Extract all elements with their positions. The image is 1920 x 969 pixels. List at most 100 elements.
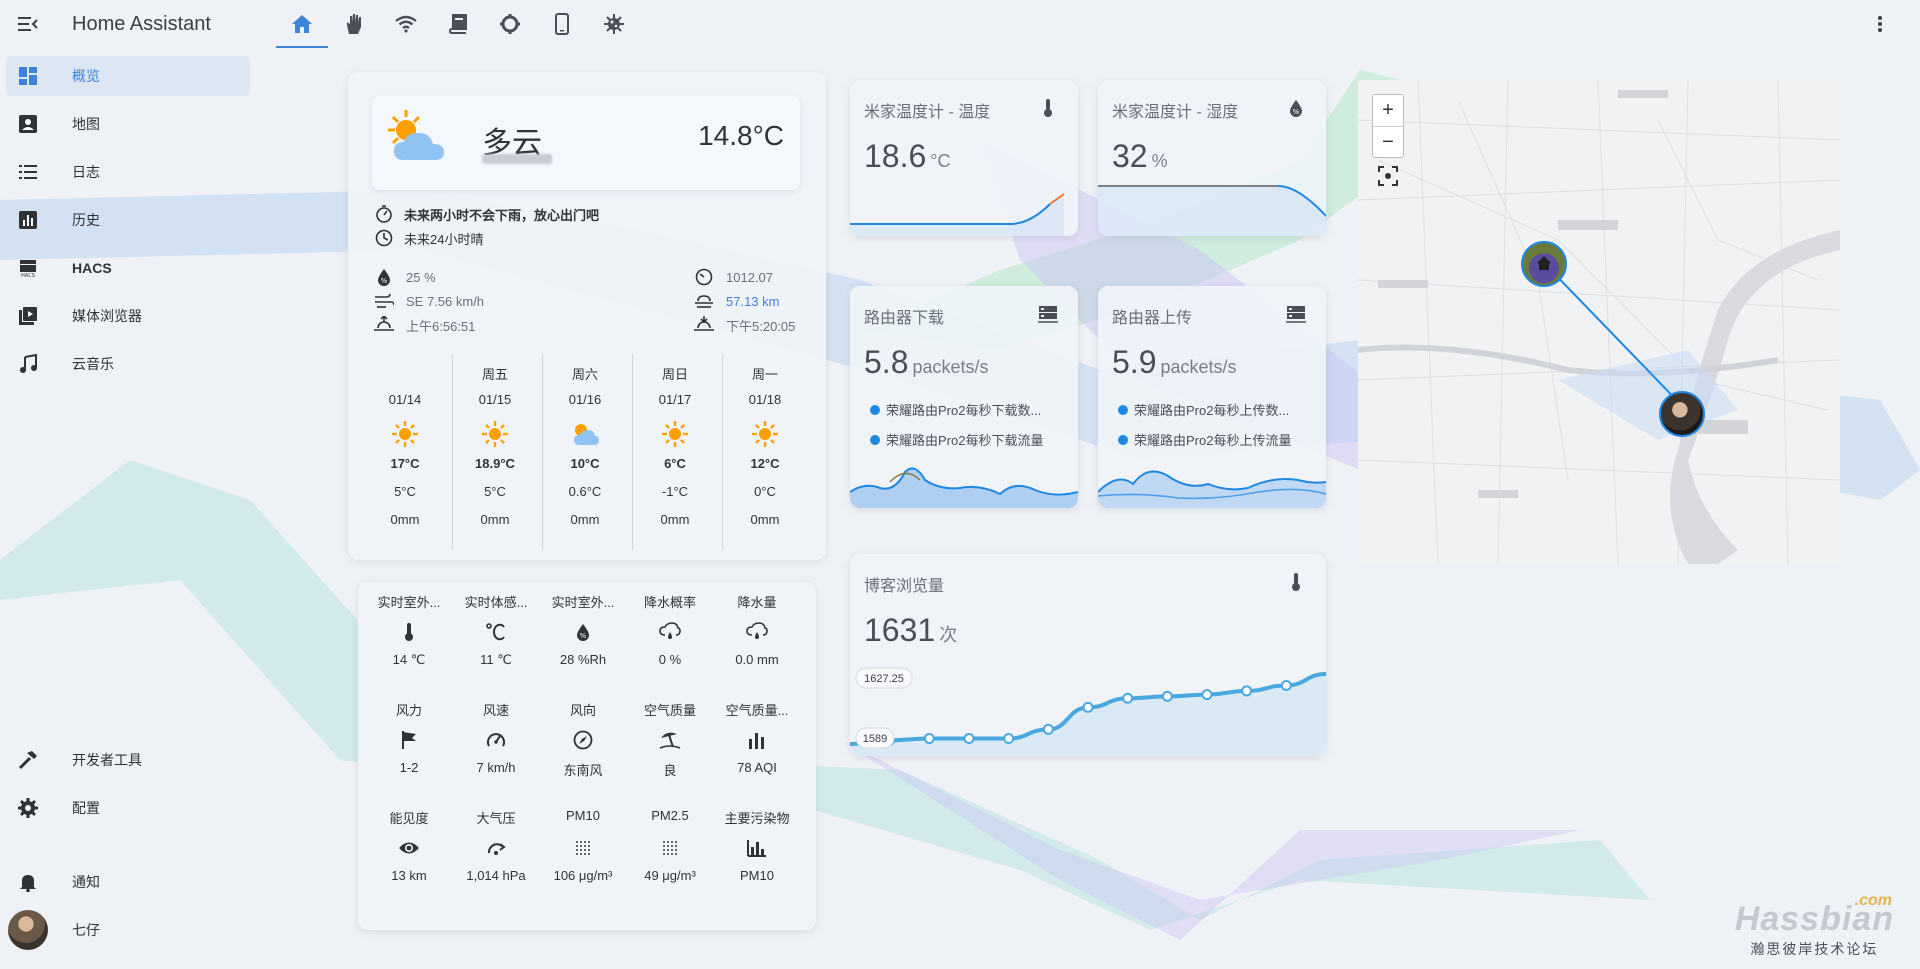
attribute-cell[interactable]: PM2.5 49 μg/m³ [627,808,713,888]
attribute-cell[interactable]: 空气质量... 78 AQI [714,700,800,780]
sidebar-item-developer-tools[interactable]: 开发者工具 [6,740,250,780]
watermark-subtitle: 瀚思彼岸技术论坛 [1750,941,1879,957]
tab-virus[interactable] [588,0,640,48]
more-options-icon[interactable] [1870,14,1890,34]
attribute-label: 大气压 [476,811,516,826]
blog-views-card[interactable]: 博客浏览量 1631 次 1627.25 1589 [850,554,1326,756]
zoom-out-button[interactable]: − [1373,126,1403,157]
chart-point[interactable] [1042,723,1054,735]
music-note-icon [16,352,40,376]
sunset-icon [694,315,714,335]
chart-point[interactable] [1280,679,1292,691]
sidebar-item-label: 历史 [72,212,100,228]
attribute-cell[interactable]: 空气质量良 [627,700,713,780]
legend-item[interactable]: 荣耀路由Pro2每秒上传数... [1118,400,1318,419]
sidebar-item-music[interactable]: 云音乐 [6,344,250,384]
sensor-value-number: 5.8 [864,344,909,380]
forecast-low: 0.6°C [568,484,602,499]
attribute-cell[interactable]: 主要污染物 PM10 [714,808,800,888]
attribute-label: 空气质量... [725,703,789,718]
sensor-value: 18.6 °C [864,138,950,175]
chart-point[interactable] [1122,692,1134,704]
sidebar-item-notifications[interactable]: 通知 [6,862,250,902]
wind-value: SE 7.56 km/h [406,293,485,309]
attribute-cell[interactable]: 风向 东南风 [540,700,626,780]
map-home-marker[interactable] [1521,241,1567,287]
attribute-label: 实时室外... [551,595,615,610]
app-title: Home Assistant [72,12,211,35]
sidebar-item-hacs[interactable]: HACS HACS [6,248,250,288]
sidebar-item-overview[interactable]: 概览 [6,56,250,96]
weather-attributes-card[interactable]: 实时室外... 14 ℃ 实时体感... 11 ℃ 实时室外...% 28 %Rh 降水概率… [358,582,816,930]
tab-hand[interactable] [328,0,380,48]
attribute-cell[interactable]: 风力 1-2 [366,700,452,780]
svg-text:%: % [1293,108,1300,116]
sensor-name: 路由器上传 [1112,310,1193,327]
legend-item[interactable]: 荣耀路由Pro2每秒下载数... [870,400,1070,419]
attribute-cell[interactable]: 能见度 13 km [366,808,452,888]
forecast-date: 01/18 [748,392,782,407]
server-network-icon [1286,304,1306,324]
flag-icon [366,720,452,760]
sidebar-item-config[interactable]: 配置 [6,788,250,828]
legend-item[interactable]: 荣耀路由Pro2每秒下载流量 [870,430,1070,449]
water-percent-icon: % [540,612,626,652]
attribute-value: 1-2 [399,760,419,775]
tab-home[interactable] [276,0,328,48]
chart-point[interactable] [963,733,975,745]
sidebar-item-user[interactable]: 七仔 [6,910,250,950]
sidebar-item-media[interactable]: 媒体浏览器 [6,296,250,336]
sidebar-item-label: 概览 [72,68,100,84]
map-card[interactable]: + − [1358,80,1840,564]
router-upload-card[interactable]: 路由器上传 5.9 packets/s 荣耀路由Pro2每秒上传数... 荣耀路由… [1098,286,1326,508]
attribute-cell[interactable]: 降水量 0.0 mm [714,592,800,672]
user-avatar [8,910,48,950]
attribute-cell[interactable]: 实时室外...% 28 %Rh [540,592,626,672]
home-icon [1537,256,1551,270]
chart-point[interactable] [923,733,935,745]
zoom-in-button[interactable]: + [1373,95,1403,126]
forecast-weekday: 周五 [481,367,508,382]
map-focus-icon[interactable] [1374,162,1402,190]
attribute-cell[interactable]: PM10 106 μg/m³ [540,808,626,888]
attribute-value: PM10 [740,868,774,883]
forecast-precip: 0mm [660,512,690,527]
router-download-card[interactable]: 路由器下载 5.8 packets/s 荣耀路由Pro2每秒下载数... 荣耀路由… [850,286,1078,508]
map-person-marker[interactable] [1659,391,1705,437]
sidebar-item-map[interactable]: 地图 [6,104,250,144]
sidebar-item-logbook[interactable]: 日志 [6,152,250,192]
attribute-cell[interactable]: 大气压 1,014 hPa [453,808,539,888]
temperature-sensor-card[interactable]: 米家温度计 - 温度 18.6 °C [850,80,1078,236]
cloud-rain-icon [714,612,800,652]
weather-card[interactable]: 多云 14.8°C 未来两小时不会下雨，放心出门吧 未来24小时晴 % 25 %… [348,72,826,560]
chart-point[interactable] [1201,689,1213,701]
chart-point[interactable] [1003,733,1015,745]
sidebar-item-label: 媒体浏览器 [72,308,142,324]
chart-point[interactable] [1082,701,1094,713]
weather-header: 多云 14.8°C [372,96,800,190]
menu-collapse-icon[interactable] [18,14,38,34]
attribute-value: 0.0 mm [735,652,779,667]
tab-wifi[interactable] [380,0,432,48]
legend-dot [870,434,880,445]
forecast-day: 周日 01/17 6°C -1°C 0mm [630,352,720,552]
attribute-cell[interactable]: 降水概率 0 % [627,592,713,672]
attribute-cell[interactable]: 实时室外... 14 ℃ [366,592,452,672]
sidebar-item-history[interactable]: 历史 [6,200,250,240]
legend-item[interactable]: 荣耀路由Pro2每秒上传流量 [1118,430,1318,449]
visibility-attr: 57.13 km [694,291,779,311]
tab-book[interactable] [432,0,484,48]
map-account-icon [16,112,40,136]
attribute-cell[interactable]: 实时体感... 11 ℃ [453,592,539,672]
attribute-cell[interactable]: 风速 7 km/h [453,700,539,780]
humidity-sensor-card[interactable]: 米家温度计 - 湿度 % 32% [1098,80,1326,236]
chart-point[interactable] [1241,685,1253,697]
chart-point[interactable] [1161,690,1173,702]
tab-phone[interactable] [536,0,588,48]
sunny-icon [482,421,508,447]
forecast-high: 10°C [570,456,600,471]
dots-grid-icon [627,828,713,868]
weather-temperature: 14.8°C [698,120,784,151]
bar-chart-icon [714,720,800,760]
tab-settings[interactable] [484,0,536,48]
